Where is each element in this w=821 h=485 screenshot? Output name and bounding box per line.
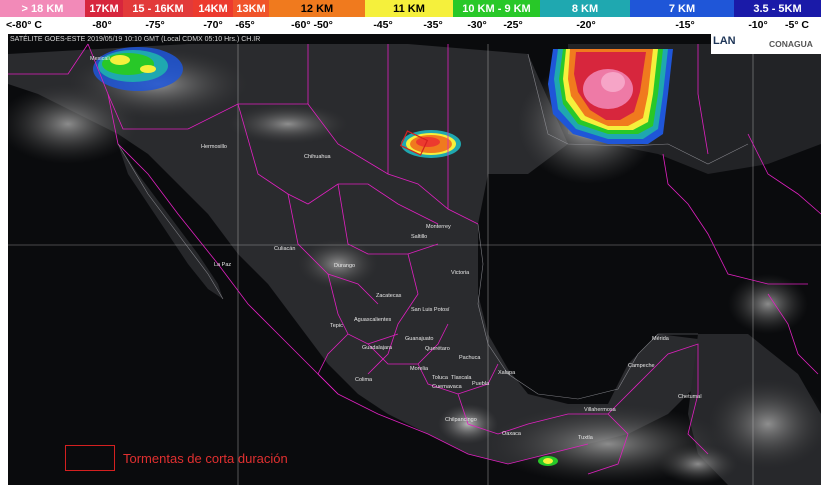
storm-cluster-north [399, 130, 461, 158]
city-label: Querétaro [425, 346, 450, 352]
city-label: Toluca [432, 375, 448, 381]
city-label: Villahermosa [584, 407, 616, 413]
city-label: Victoria [451, 270, 470, 276]
scale-segment: 12 KM [269, 0, 365, 17]
lan-logo: LAN [713, 35, 736, 47]
city-label: La Paz [214, 262, 232, 268]
city-label: Mexicali [90, 56, 110, 62]
city-label: Guadalajara [362, 345, 392, 351]
city-label: Puebla [472, 381, 490, 387]
temp-label: -80° [92, 19, 112, 31]
temp-label: -60° -50° [291, 19, 333, 31]
city-label: Xalapa [498, 370, 516, 376]
city-label: Tuxtla [578, 435, 593, 441]
scale-segment: 14KM [193, 0, 233, 17]
temp-label: -25° [503, 19, 523, 31]
city-label: Chihuahua [304, 154, 331, 160]
scale-segment: 17KM [85, 0, 123, 17]
city-label: Morelia [410, 366, 429, 372]
temp-label: <-80° C [5, 19, 43, 31]
temp-label: -70° [203, 19, 223, 31]
scale-segment: 8 KM [540, 0, 630, 17]
city-label: San Luis Potosí [411, 307, 450, 313]
scale-segment: > 18 KM [0, 0, 85, 17]
city-label: Tepic [330, 323, 343, 329]
city-label: Durango [334, 263, 356, 269]
logos: LAN CONAGUA [711, 34, 821, 54]
storm-legend: Tormentas de corta duración [65, 445, 288, 471]
city-label: Colima [355, 377, 373, 383]
city-label: Pachuca [459, 355, 481, 361]
conagua-logo: CONAGUA [769, 39, 813, 49]
city-label: Guanajuato [405, 336, 434, 342]
temperature-row: <-80° C -80° -75° -70° -65° -60° -50° -4… [0, 17, 821, 34]
scale-segment: 15 - 16KM [123, 0, 193, 17]
temp-label: -45° [373, 19, 393, 31]
map-graphics [8, 43, 821, 485]
color-scale: > 18 KM 17KM 15 - 16KM 14KM 13KM 12 KM 1… [0, 0, 821, 34]
city-label: Chetumal [678, 394, 702, 400]
city-label: Saltillo [411, 234, 428, 240]
scale-segment: 10 KM - 9 KM [453, 0, 540, 17]
city-label: Hermosillo [201, 144, 227, 150]
city-label: Culiacán [274, 246, 296, 252]
city-label: Oaxaca [502, 431, 521, 437]
legend-label: Tormentas de corta duración [123, 450, 288, 466]
storm-cluster-northwest [93, 47, 183, 91]
city-label: Aguascalientes [354, 317, 392, 323]
city-label: Mérida [652, 336, 669, 342]
satellite-header: SATÉLITE GOES-ESTE 2019/05/19 10:10 GMT … [10, 36, 261, 43]
temp-label: -20° [576, 19, 596, 31]
temp-label: -10° [748, 19, 768, 31]
scale-segment: 13KM [233, 0, 269, 17]
city-label: Cuernavaca [432, 384, 462, 390]
temp-label: -35° [423, 19, 443, 31]
temp-label: -30° [467, 19, 487, 31]
legend-swatch [65, 445, 115, 471]
city-label: Campeche [628, 363, 655, 369]
satellite-map: SATÉLITE GOES-ESTE 2019/05/19 10:10 GMT … [8, 34, 821, 485]
storm-cluster-south [538, 456, 558, 466]
city-label: Zacatecas [376, 293, 402, 299]
city-label: Monterrey [426, 224, 451, 230]
temp-label: -15° [675, 19, 695, 31]
scale-segment: 7 KM [630, 0, 734, 17]
scale-segment: 3.5 - 5KM [734, 0, 821, 17]
scale-segment: 11 KM [365, 0, 453, 17]
city-label: Chilpancingo [445, 417, 477, 423]
temp-label: -65° [235, 19, 255, 31]
city-label: Tlaxcala [451, 375, 472, 381]
temp-label: -5° C [784, 19, 810, 31]
temp-label: -75° [145, 19, 165, 31]
